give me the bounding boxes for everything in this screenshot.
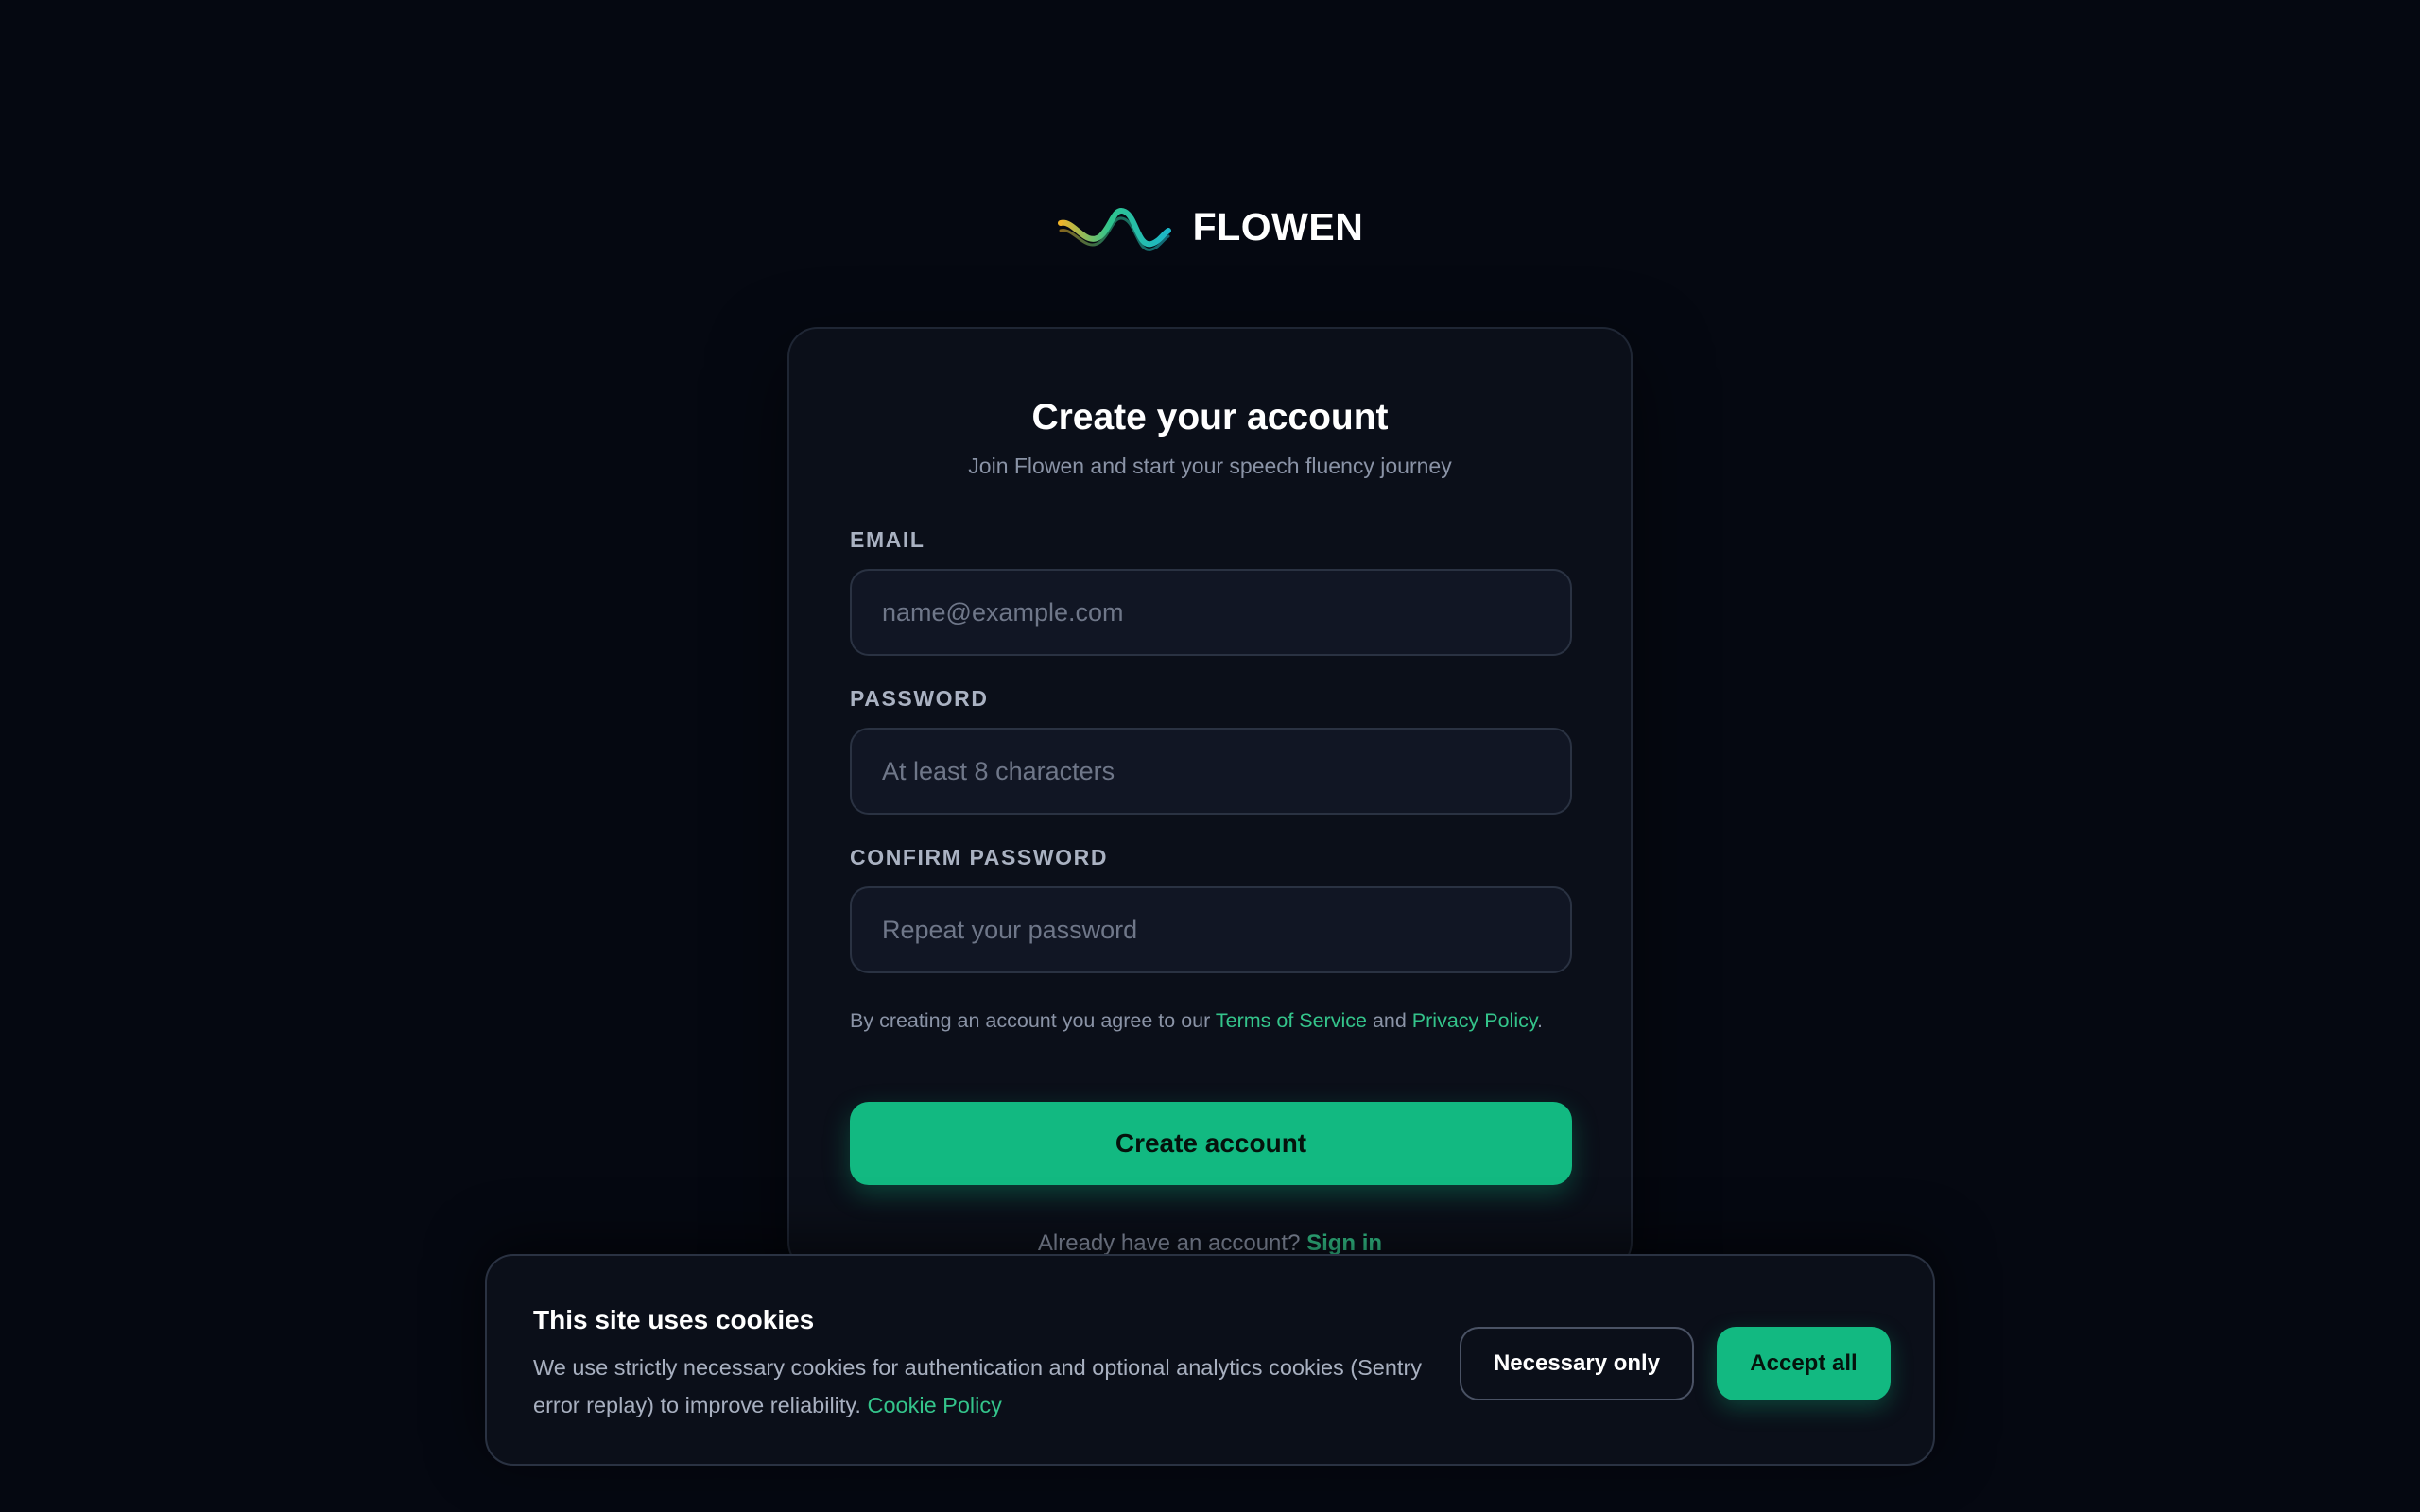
cookie-policy-link[interactable]: Cookie Policy: [867, 1393, 1001, 1418]
necessary-only-button[interactable]: Necessary only: [1460, 1327, 1694, 1400]
create-account-button[interactable]: Create account: [850, 1102, 1572, 1185]
terms-middle: and: [1366, 1009, 1412, 1032]
signin-prompt-row: Already have an account? Sign in: [789, 1230, 1631, 1257]
privacy-policy-link[interactable]: Privacy Policy: [1412, 1009, 1537, 1032]
wave-logo-icon: [1057, 208, 1171, 251]
email-label: EMAIL: [850, 527, 925, 552]
signin-prompt: Already have an account?: [1037, 1230, 1301, 1256]
page-subtitle: Join Flowen and start your speech fluenc…: [968, 454, 1452, 478]
cookie-banner-title: This site uses cookies: [533, 1305, 815, 1334]
brand-name: FLOWEN: [1192, 204, 1364, 249]
confirm-password-label: CONFIRM PASSWORD: [850, 845, 1109, 869]
sign-in-link[interactable]: Sign in: [1306, 1230, 1382, 1256]
cookie-banner: This site uses cookies We use strictly n…: [485, 1254, 1935, 1466]
signup-page: FLOWEN Create your account Join Flowen a…: [0, 0, 2420, 1512]
terms-prefix: By creating an account you agree to our: [850, 1009, 1216, 1032]
accept-all-button[interactable]: Accept all: [1717, 1327, 1891, 1400]
email-field[interactable]: [850, 569, 1572, 656]
terms-suffix: .: [1537, 1009, 1543, 1032]
terms-notice: By creating an account you agree to our …: [850, 1004, 1572, 1038]
terms-of-service-link[interactable]: Terms of Service: [1216, 1009, 1367, 1032]
page-title: Create your account: [1031, 397, 1389, 438]
password-field[interactable]: [850, 728, 1572, 815]
brand-header: FLOWEN: [0, 198, 2420, 255]
password-label: PASSWORD: [850, 686, 989, 711]
signup-card: Create your account Join Flowen and star…: [787, 327, 1633, 1272]
cookie-banner-text: We use strictly necessary cookies for au…: [533, 1349, 1441, 1424]
confirm-password-field[interactable]: [850, 886, 1572, 973]
